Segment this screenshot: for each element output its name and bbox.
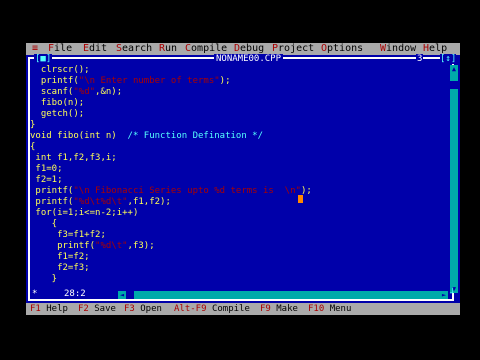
code-token: { [30, 142, 36, 152]
scroll-left-icon[interactable]: ◄ [118, 291, 126, 299]
cursor-position: 28:2 [62, 289, 88, 299]
code-line: getch(); [30, 109, 84, 120]
code-token: { [30, 219, 58, 229]
code-line: printf("%d\t%d\t",f1,f2); [30, 197, 171, 208]
string-literal: "\n Enter number of terms" [78, 76, 220, 86]
code-line: printf("\n Fibonacci Series upto %d term… [30, 186, 311, 197]
vertical-scrollbar[interactable]: ▲ ▼ [450, 65, 458, 293]
code-token: clrscr(); [30, 65, 90, 75]
text-cursor [298, 195, 303, 203]
editor-status-row: * 28:2 ◄ ► ┘ [26, 289, 460, 301]
menu-options[interactable]: Options [321, 43, 363, 55]
close-window-icon[interactable]: [■] [34, 54, 53, 64]
horizontal-scrollbar[interactable]: ◄ ► [118, 291, 448, 299]
code-line: f1=0; [30, 164, 63, 175]
window-number: 3 [416, 54, 424, 64]
code-line: void fibo(int n) /* Function Defination … [30, 131, 263, 142]
code-line: clrscr(); [30, 65, 90, 76]
fkey-open[interactable]: F3 Open [124, 303, 162, 315]
code-token: int f1,f2,f3,i; [30, 153, 117, 163]
code-line: scanf("%d",&n); [30, 87, 122, 98]
zoom-window-icon[interactable]: [↕] [440, 54, 457, 64]
code-line: { [30, 219, 57, 230]
code-line: printf("\n Enter number of terms"); [30, 76, 231, 87]
code-token: scanf( [30, 87, 74, 97]
menu-edit[interactable]: Edit [83, 43, 107, 55]
code-token: ,&n); [95, 87, 123, 97]
code-line: f2=1; [30, 175, 63, 186]
menu-window[interactable]: Window [380, 43, 416, 55]
fkey-help[interactable]: F1 Help [30, 303, 68, 315]
scroll-right-icon[interactable]: ► [440, 291, 448, 299]
code-token: printf( [30, 186, 74, 196]
code-token: } [30, 274, 58, 284]
code-line: { [30, 142, 35, 153]
ide-screen: ≡ File Edit Search Run Compile Debug Pro… [26, 43, 460, 315]
code-token: f3=f1+f2; [30, 230, 106, 240]
code-token: f1=f2; [30, 252, 90, 262]
code-token: ); [219, 76, 231, 86]
string-literal: "\n Fibonacci Series upto %d terms is \n… [73, 186, 301, 196]
code-token: } [30, 120, 36, 130]
code-token: f2=1; [30, 175, 63, 185]
code-line: f3=f1+f2; [30, 230, 106, 241]
vertical-scroll-thumb[interactable] [450, 81, 458, 89]
function-key-bar: F1 Help F2 Save F3 Open Alt-F9 Compile F… [26, 303, 460, 315]
window-title: NONAME00.CPP [214, 54, 284, 64]
menu-search[interactable]: Search [116, 43, 152, 55]
code-line: } [30, 120, 35, 131]
code-line: printf("%d\t",f3); [30, 241, 155, 252]
code-line: } [30, 274, 57, 285]
code-comment: /* Function Defination */ [127, 131, 264, 141]
scroll-up-icon[interactable]: ▲ [450, 65, 458, 73]
code-line: f1=f2; [30, 252, 90, 263]
fkey-make[interactable]: F9 Make [260, 303, 298, 315]
modified-indicator: * [32, 289, 38, 299]
code-line: fibo(n); [30, 98, 84, 109]
resize-corner-icon[interactable]: ┘ [450, 289, 455, 299]
fkey-menu[interactable]: F10 Menu [308, 303, 351, 315]
code-line: f2=f3; [30, 263, 90, 274]
code-editor[interactable]: clrscr(); printf("\n Enter number of ter… [30, 65, 448, 295]
code-token: ,f3); [127, 241, 155, 251]
horizontal-scroll-thumb[interactable] [126, 291, 134, 299]
code-token: ,f1,f2); [127, 197, 171, 207]
string-literal: "%d\t" [95, 241, 128, 251]
code-token: fibo(n); [30, 98, 85, 108]
code-token: printf( [30, 76, 79, 86]
fkey-save[interactable]: F2 Save [78, 303, 116, 315]
string-literal: "%d" [73, 87, 96, 97]
fkey-compile[interactable]: Alt-F9 Compile [174, 303, 250, 315]
menu-run[interactable]: Run [159, 43, 177, 55]
string-literal: "%d\t%d\t" [73, 197, 128, 207]
code-token: void fibo(int n) [30, 131, 128, 141]
code-token: for(i=1;i<=n-2;i++) [30, 208, 139, 218]
code-token: printf( [30, 241, 96, 251]
code-token: printf( [30, 197, 74, 207]
code-line: for(i=1;i<=n-2;i++) [30, 208, 138, 219]
code-token: f1=0; [30, 164, 63, 174]
code-token: getch(); [30, 109, 85, 119]
code-line: int f1,f2,f3,i; [30, 153, 117, 164]
code-token: f2=f3; [30, 263, 90, 273]
